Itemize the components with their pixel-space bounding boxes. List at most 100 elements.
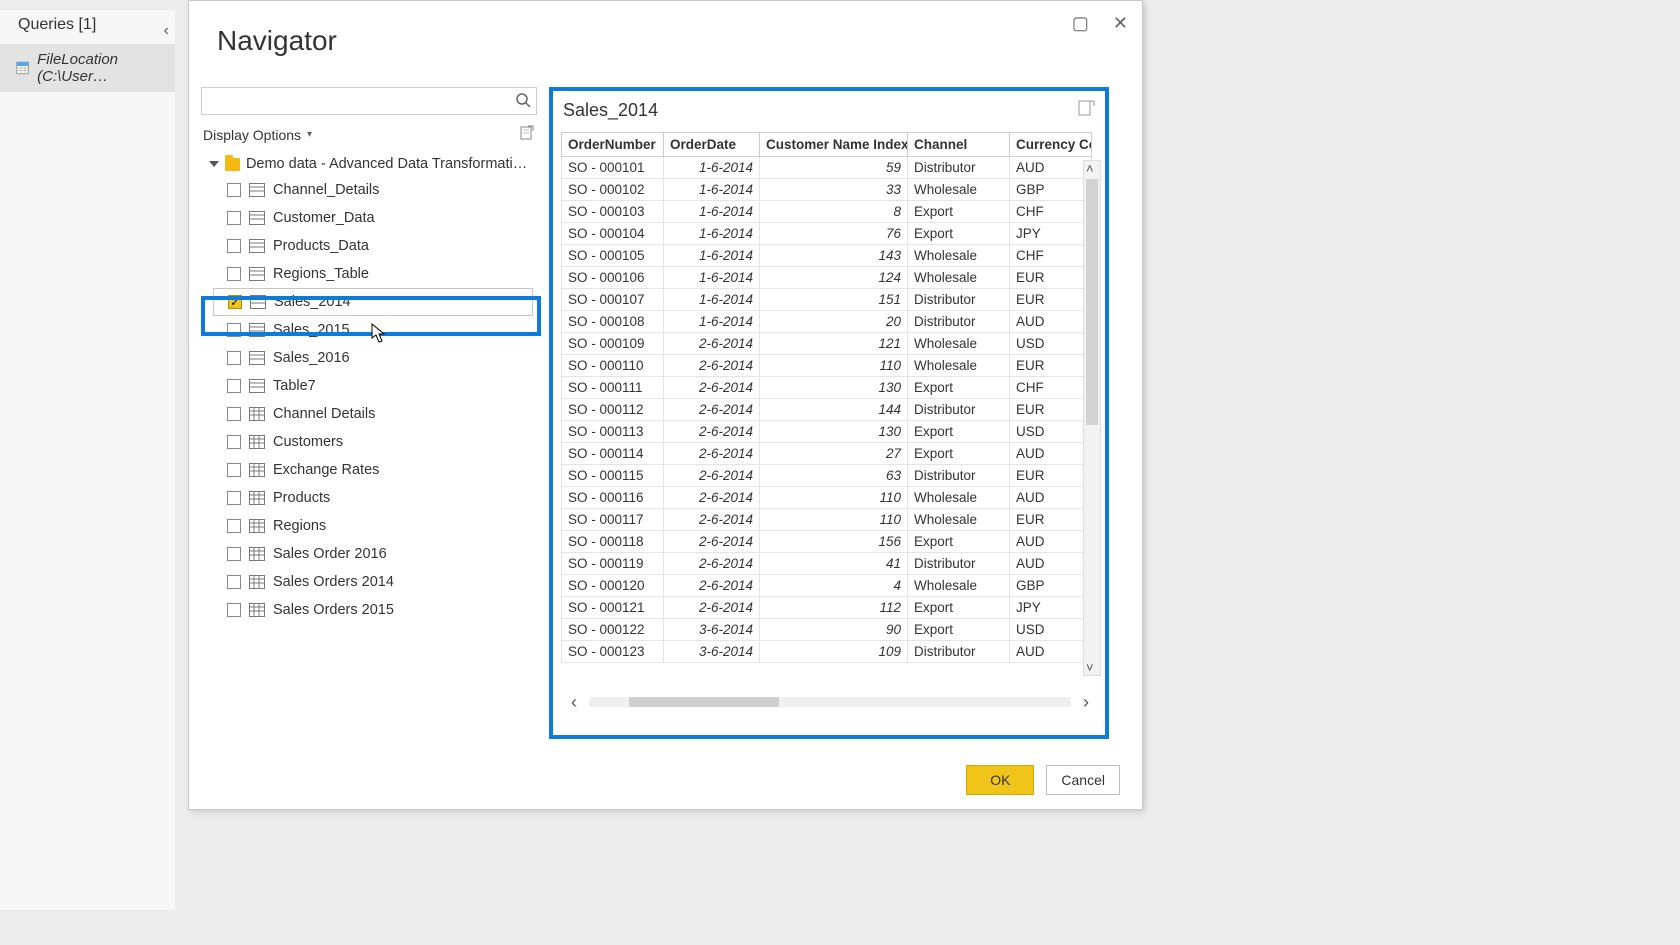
checkbox[interactable] [227, 519, 241, 533]
column-header[interactable]: OrderDate [664, 133, 760, 157]
scrollbar-thumb[interactable] [1086, 179, 1098, 425]
table-row[interactable]: SO - 0001223-6-201490ExportUSD [562, 619, 1092, 641]
table-row[interactable]: SO - 0001021-6-201433WholesaleGBP [562, 179, 1092, 201]
table-row[interactable]: SO - 0001162-6-2014110WholesaleAUD [562, 487, 1092, 509]
checkbox[interactable] [227, 547, 241, 561]
tree-item-products-data[interactable]: Products_Data [201, 232, 537, 260]
table-row[interactable]: SO - 0001102-6-2014110WholesaleEUR [562, 355, 1092, 377]
table-cell: 2-6-2014 [664, 553, 760, 575]
table-row[interactable]: SO - 0001202-6-20144WholesaleGBP [562, 575, 1092, 597]
tree-item-sales-2015[interactable]: Sales_2015 [201, 316, 537, 344]
table-row[interactable]: SO - 0001212-6-2014112ExportJPY [562, 597, 1092, 619]
tree-item-regions[interactable]: Regions [201, 512, 537, 540]
refresh-icon[interactable] [519, 125, 535, 144]
column-header[interactable]: Channel [908, 133, 1010, 157]
h-scrollbar-thumb[interactable] [629, 697, 779, 707]
display-options-dropdown[interactable]: Display Options ▾ [203, 127, 312, 143]
vertical-scrollbar[interactable]: ˄ ˅ [1083, 160, 1101, 676]
checkbox[interactable] [227, 267, 241, 281]
tree-item-channel-details[interactable]: Channel Details [201, 400, 537, 428]
tree-item-table7[interactable]: Table7 [201, 372, 537, 400]
tree-item-products[interactable]: Products [201, 484, 537, 512]
table-cell: SO - 000121 [562, 597, 664, 619]
checkbox[interactable] [227, 491, 241, 505]
tree-item-sales-orders-2014[interactable]: Sales Orders 2014 [201, 568, 537, 596]
column-header[interactable]: Customer Name Index [760, 133, 908, 157]
checkbox[interactable] [227, 603, 241, 617]
tree-item-label: Customer_Data [273, 210, 375, 226]
scroll-right-icon[interactable]: › [1075, 692, 1097, 713]
checkbox[interactable] [227, 183, 241, 197]
search-input[interactable] [201, 87, 537, 115]
checkbox[interactable] [227, 239, 241, 253]
table-cell: Distributor [908, 641, 1010, 663]
checkbox[interactable] [227, 323, 241, 337]
table-cell: 151 [760, 289, 908, 311]
table-row[interactable]: SO - 0001031-6-20148ExportCHF [562, 201, 1092, 223]
preview-export-icon[interactable] [1077, 99, 1095, 122]
maximize-icon[interactable]: ▢ [1072, 13, 1089, 34]
table-cell: Distributor [908, 553, 1010, 575]
checkbox[interactable] [227, 351, 241, 365]
table-row[interactable]: SO - 0001172-6-2014110WholesaleEUR [562, 509, 1092, 531]
table-cell: EUR [1010, 465, 1092, 487]
navigator-dialog: Navigator ▢ ✕ Display Options ▾ [188, 0, 1143, 810]
table-cell: AUD [1010, 553, 1092, 575]
table-cell: SO - 000104 [562, 223, 664, 245]
table-cell: 33 [760, 179, 908, 201]
table-cell: 2-6-2014 [664, 443, 760, 465]
preview-title: Sales_2014 [563, 100, 658, 121]
collapse-queries-icon[interactable]: ‹ [164, 22, 169, 40]
table-cell: Wholesale [908, 333, 1010, 355]
tree-item-sales-orders-2015[interactable]: Sales Orders 2015 [201, 596, 537, 624]
column-header[interactable]: Currency Code [1010, 133, 1092, 157]
checkbox[interactable] [227, 463, 241, 477]
checkbox[interactable] [227, 407, 241, 421]
table-row[interactable]: SO - 0001061-6-2014124WholesaleEUR [562, 267, 1092, 289]
query-row[interactable]: FileLocation (C:\User… [0, 44, 175, 92]
table-row[interactable]: SO - 0001132-6-2014130ExportUSD [562, 421, 1092, 443]
table-row[interactable]: SO - 0001051-6-2014143WholesaleCHF [562, 245, 1092, 267]
table-row[interactable]: SO - 0001152-6-201463DistributorEUR [562, 465, 1092, 487]
scroll-up-icon[interactable]: ˄ [1086, 161, 1094, 176]
tree-item-customer-data[interactable]: Customer_Data [201, 204, 537, 232]
checkbox[interactable] [227, 435, 241, 449]
table-row[interactable]: SO - 0001011-6-201459DistributorAUD [562, 157, 1092, 179]
table-row[interactable]: SO - 0001233-6-2014109DistributorAUD [562, 641, 1092, 663]
column-header[interactable]: OrderNumber [562, 133, 664, 157]
table-cell: 2-6-2014 [664, 399, 760, 421]
table-row[interactable]: SO - 0001142-6-201427ExportAUD [562, 443, 1092, 465]
queries-panel: Queries [1] ‹ FileLocation (C:\User… [0, 10, 175, 910]
table-row[interactable]: SO - 0001182-6-2014156ExportAUD [562, 531, 1092, 553]
table-cell: SO - 000101 [562, 157, 664, 179]
scroll-down-icon[interactable]: ˅ [1086, 660, 1094, 675]
tree-item-customers[interactable]: Customers [201, 428, 537, 456]
table-row[interactable]: SO - 0001092-6-2014121WholesaleUSD [562, 333, 1092, 355]
checkbox[interactable] [227, 575, 241, 589]
tree-root[interactable]: Demo data - Advanced Data Transformation… [201, 152, 537, 176]
tree-item-sales-2014[interactable]: ✓Sales_2014 [213, 288, 533, 316]
table-row[interactable]: SO - 0001081-6-201420DistributorAUD [562, 311, 1092, 333]
tree-item-sales-order-2016[interactable]: Sales Order 2016 [201, 540, 537, 568]
table-row[interactable]: SO - 0001122-6-2014144DistributorEUR [562, 399, 1092, 421]
table-row[interactable]: SO - 0001041-6-201476ExportJPY [562, 223, 1092, 245]
scroll-left-icon[interactable]: ‹ [563, 692, 585, 713]
checkbox[interactable] [227, 379, 241, 393]
tree-item-sales-2016[interactable]: Sales_2016 [201, 344, 537, 372]
tree-item-label: Exchange Rates [273, 462, 379, 478]
tree-item-regions-table[interactable]: Regions_Table [201, 260, 537, 288]
horizontal-scrollbar[interactable]: ‹ › [563, 692, 1097, 712]
tree-item-label: Products [273, 490, 330, 506]
tree-item-channel-details[interactable]: Channel_Details [201, 176, 537, 204]
tree-item-exchange-rates[interactable]: Exchange Rates [201, 456, 537, 484]
table-cell: 2-6-2014 [664, 575, 760, 597]
checkbox[interactable] [227, 211, 241, 225]
search-icon[interactable] [515, 92, 531, 113]
table-row[interactable]: SO - 0001112-6-2014130ExportCHF [562, 377, 1092, 399]
table-row[interactable]: SO - 0001071-6-2014151DistributorEUR [562, 289, 1092, 311]
ok-button[interactable]: OK [966, 765, 1034, 795]
table-row[interactable]: SO - 0001192-6-201441DistributorAUD [562, 553, 1092, 575]
cancel-button[interactable]: Cancel [1046, 765, 1120, 795]
checkbox[interactable]: ✓ [228, 295, 242, 309]
close-icon[interactable]: ✕ [1113, 13, 1128, 34]
